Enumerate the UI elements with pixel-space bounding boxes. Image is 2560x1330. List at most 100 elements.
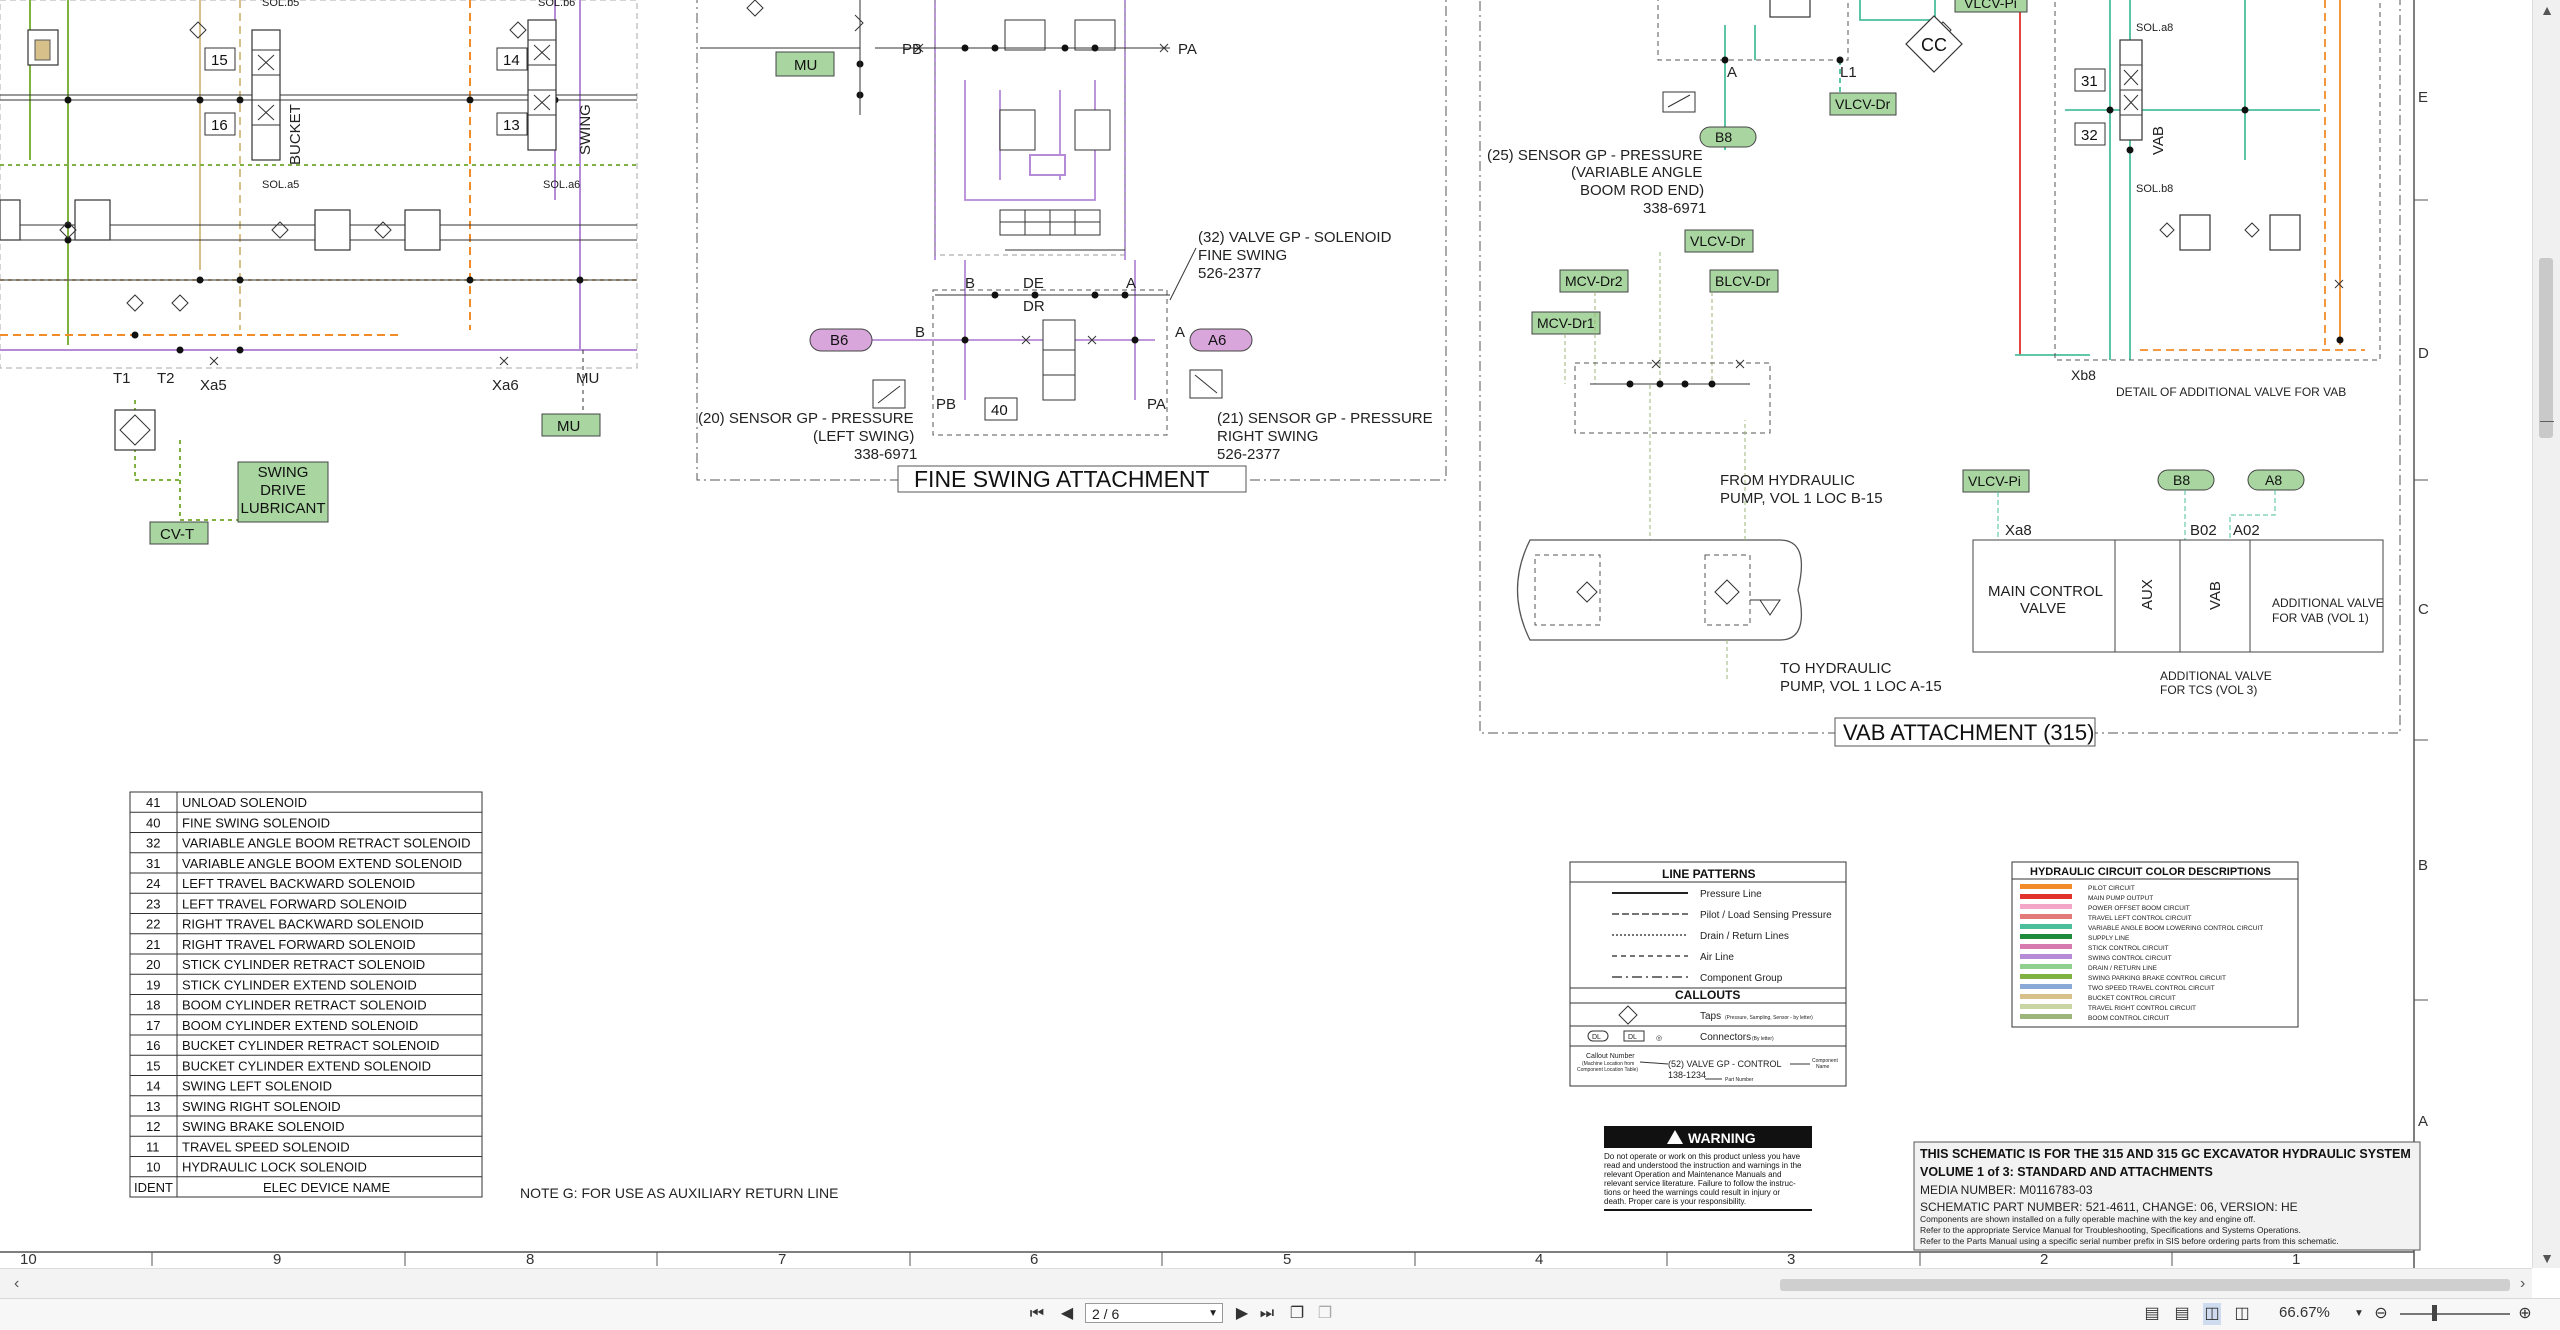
zoom-out-icon[interactable]: ⊖ [2372,1303,2390,1325]
warning-l1: Do not operate or work on this product u… [1604,1152,1801,1161]
titleblock-l6: Refer to the appropriate Service Manual … [1920,1225,2301,1235]
ident-number: 24 [146,876,160,891]
vab-sensor-line3: BOOM ROD END) [1580,182,1704,199]
mu-box-left-label: MU [557,418,580,435]
fit-width-icon[interactable]: ❐ [1316,1303,1334,1325]
sheet-col-4: 4 [1535,1251,1543,1268]
prev-page-icon[interactable]: ◀ [1058,1303,1076,1325]
ident-number: 23 [146,896,160,911]
first-page-icon[interactable]: ⏮ [1028,1303,1046,1325]
callout-14: 14 [503,52,520,69]
two-page-icon[interactable]: ◫ [2203,1303,2221,1325]
color-swatch [2020,894,2072,899]
lp-taps: Taps [1700,1011,1721,1022]
titleblock-l1: THIS SCHEMATIC IS FOR THE 315 AND 315 GC… [1920,1147,2411,1161]
last-page-icon[interactable]: ⏭ [1258,1303,1276,1325]
ident-number: 40 [146,815,160,830]
add-tcs-line2: FOR TCS (VOL 3) [2160,683,2257,697]
vertical-scroll-thumb[interactable] [2539,258,2553,438]
color-swatch [2020,944,2072,949]
ident-device-name: BUCKET CYLINDER RETRACT SOLENOID [182,1038,439,1053]
zoom-level[interactable]: 66.67% [2279,1304,2330,1321]
swing-valve-label: SWING [577,104,594,155]
port-mu: MU [576,370,599,387]
vertical-scrollbar[interactable]: ▲ — ▼ [2532,0,2560,1268]
fine-port-b-mid: B [915,324,925,341]
bucket-valve-label: BUCKET [287,104,304,165]
fit-page-icon[interactable]: ❐ [1288,1303,1306,1325]
titleblock-l2: VOLUME 1 of 3: STANDARD AND ATTACHMENTS [1920,1165,2213,1179]
two-continuous-icon[interactable]: ◫ [2233,1303,2251,1325]
continuous-icon[interactable]: ▤ [2173,1303,2191,1325]
color-desc-label: BUCKET CONTROL CIRCUIT [2088,995,2176,1002]
ident-device-name: BOOM CYLINDER EXTEND SOLENOID [182,1018,418,1033]
color-desc-label: STICK CONTROL CIRCUIT [2088,945,2169,952]
lp-air: Air Line [1700,952,1734,963]
ident-device-name: LEFT TRAVEL BACKWARD SOLENOID [182,876,415,891]
sheet-row-B: B [2418,857,2428,874]
zoom-in-icon[interactable]: ⊕ [2516,1303,2534,1325]
scroll-left-icon[interactable]: ‹ [14,1275,19,1293]
sheet-col-5: 5 [1283,1251,1291,1268]
scroll-right-icon[interactable]: › [2520,1275,2525,1293]
color-desc-label: SUPPLY LINE [2088,935,2130,942]
color-swatch [2020,914,2072,919]
color-desc-label: TWO SPEED TRAVEL CONTROL CIRCUIT [2088,985,2215,992]
conn-symbol-2: DL [1628,1034,1637,1041]
ident-number: 21 [146,937,160,952]
scroll-up-icon[interactable]: ▲ [2533,2,2560,18]
fine-port-a-top: A [1126,275,1136,292]
splitter-icon[interactable]: — [2533,412,2560,428]
left-sensor-line3: 338-6971 [854,446,917,463]
zoom-dropdown-icon[interactable]: ▼ [2350,1303,2368,1325]
ident-device-name: BOOM CYLINDER RETRACT SOLENOID [182,998,427,1013]
sol-b6-label: SOL.b6 [538,0,575,9]
zoom-slider[interactable] [2400,1313,2510,1315]
warning-l5: tions or heed the warnings could result … [1604,1188,1780,1197]
page-number-input[interactable]: 2 / 6 ▼ [1085,1303,1223,1323]
fine-valve-line3: 526-2377 [1198,265,1261,282]
vab-port-a: A [1727,64,1737,81]
ident-number: 13 [146,1099,160,1114]
scroll-down-icon[interactable]: ▼ [2533,1250,2560,1266]
ident-device-name: VARIABLE ANGLE BOOM EXTEND SOLENOID [182,856,462,871]
ident-device-name: TRAVEL SPEED SOLENOID [182,1139,350,1154]
b8-top-label: B8 [1715,129,1732,145]
sol-a5-label: SOL.a5 [262,179,299,191]
horizontal-scroll-thumb[interactable] [1780,1279,2510,1291]
viewer-toolbar: ⏮ ◀ 2 / 6 ▼ ▶ ⏭ ❐ ❐ ▤ ▤ ◫ ◫ 66.67% ▼ ⊖ ⊕ [0,1298,2560,1330]
fine-port-dr: DR [1023,298,1045,315]
color-desc-label: BOOM CONTROL CIRCUIT [2088,1015,2169,1022]
horizontal-scrollbar[interactable]: ‹ › [0,1268,2532,1299]
color-desc-label: VARIABLE ANGLE BOOM LOWERING CONTROL CIR… [2088,925,2263,932]
warning-l6: death. Proper care is your responsibilit… [1604,1197,1746,1206]
xb8-label: Xb8 [2071,367,2096,383]
ident-device-name: VARIABLE ANGLE BOOM RETRACT SOLENOID [182,836,470,851]
sheet-row-A: A [2418,1113,2428,1130]
ident-device-name: LEFT TRAVEL FORWARD SOLENOID [182,896,407,911]
warning-l3: relevant Operation and Maintenance Manua… [1604,1170,1781,1179]
to-pump-line2: PUMP, VOL 1 LOC A-15 [1780,678,1942,695]
right-sensor-line1: (21) SENSOR GP - PRESSURE [1217,410,1433,427]
color-swatch [2020,964,2072,969]
warning-l2: read and understood the instruction and … [1604,1161,1802,1170]
fine-port-pb-bot: PB [936,396,956,413]
ident-device-name: SWING BRAKE SOLENOID [182,1119,345,1134]
callouts-title: CALLOUTS [1675,988,1740,1002]
conn-symbol-1: DL [1592,1034,1601,1041]
left-sensor-line2: (LEFT SWING) [813,428,914,445]
single-page-icon[interactable]: ▤ [2143,1303,2161,1325]
b8-label: B8 [2173,472,2190,488]
sheet-col-9: 9 [273,1251,281,1268]
conn-symbol-3: ◎ [1656,1035,1662,1042]
color-swatch [2020,1004,2072,1009]
lp-taps-note: (Pressure, Sampling, Sensor - by letter) [1725,1015,1813,1021]
pdf-viewer: 10 9 8 7 6 5 4 3 2 1 E D C B A SOL.b5 SO… [0,0,2560,1330]
chevron-down-icon[interactable]: ▼ [1208,1304,1218,1324]
sheet-row-E: E [2418,89,2428,106]
port-xa5: Xa5 [200,377,227,394]
ex-part-number-note: Part Number [1725,1077,1754,1083]
zoom-slider-knob[interactable] [2432,1305,2437,1321]
next-page-icon[interactable]: ▶ [1233,1303,1251,1325]
color-desc-label: DRAIN / RETURN LINE [2088,965,2158,972]
